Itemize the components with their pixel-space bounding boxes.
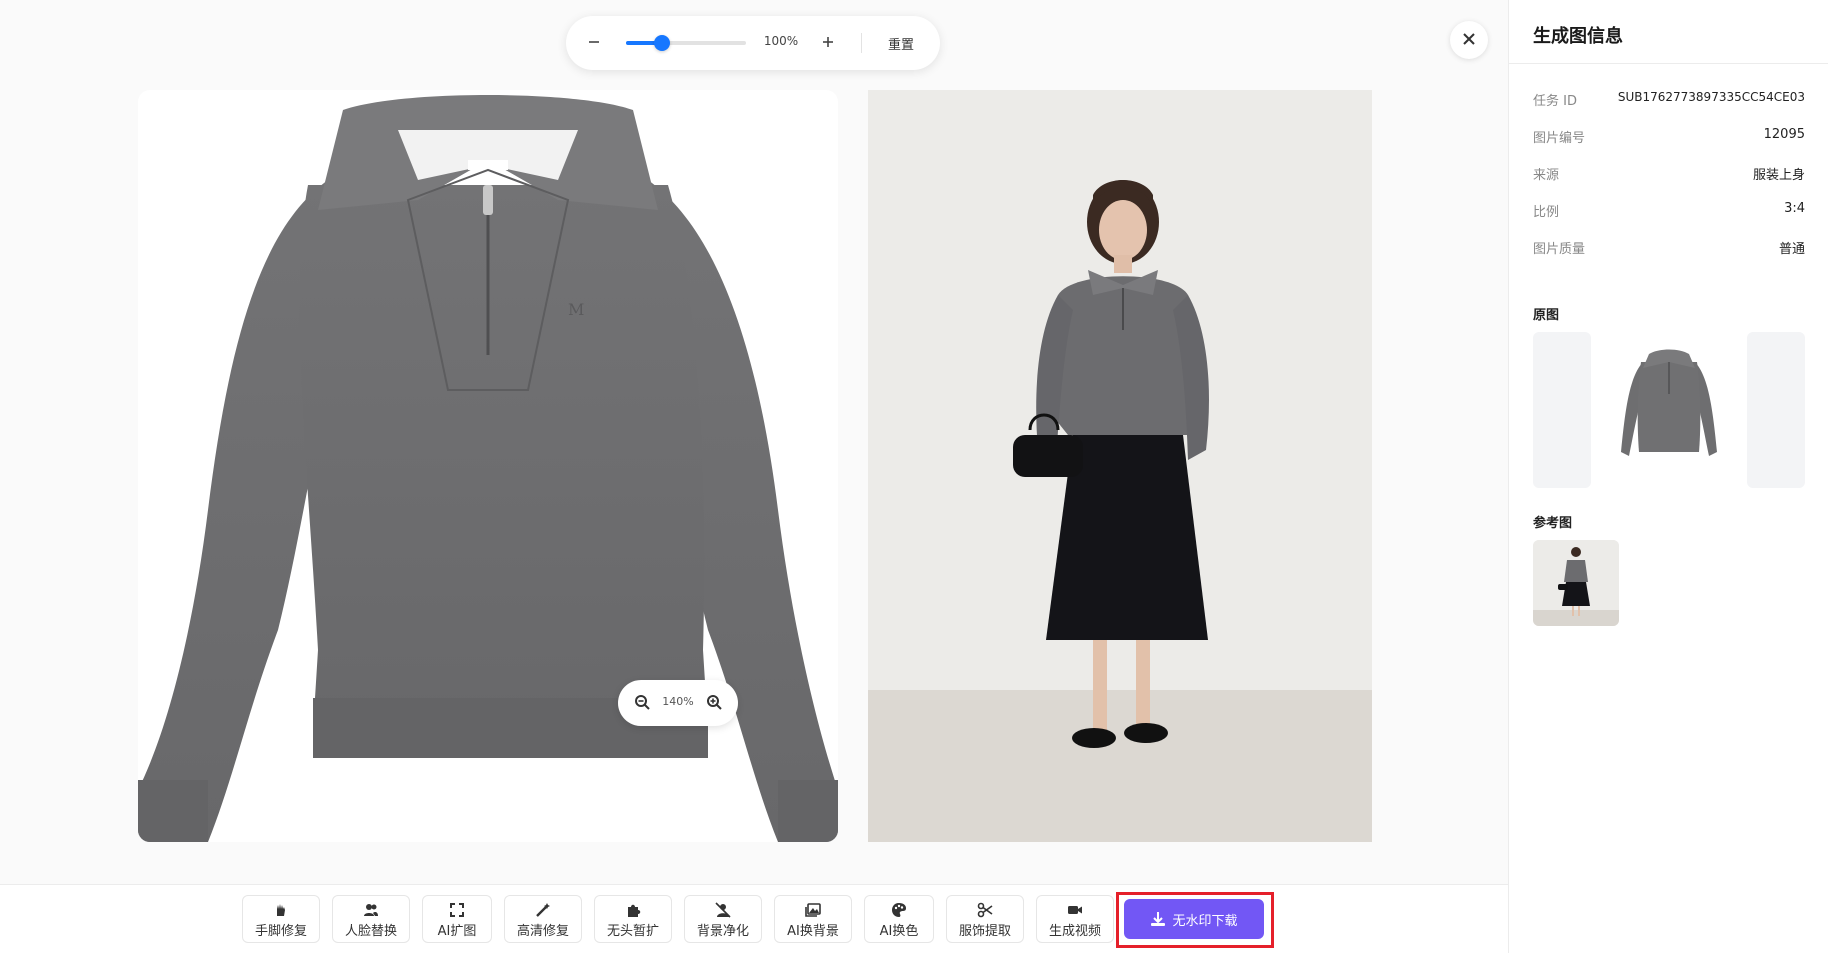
info-value: 服装上身 xyxy=(1752,168,1805,183)
toolbar-divider xyxy=(861,33,862,53)
zoom-slider-thumb[interactable] xyxy=(654,35,670,51)
zoom-in-button[interactable] xyxy=(812,28,844,58)
palette-icon xyxy=(892,903,906,917)
zoom-out-icon xyxy=(635,694,650,710)
zoom-level: 100% xyxy=(763,34,799,48)
tool-face-swap[interactable]: 人脸替换 xyxy=(332,895,410,943)
puzzle-icon xyxy=(628,904,641,917)
download-label: 无水印下载 xyxy=(1172,912,1238,928)
tool-ai-background[interactable]: AI换背景 xyxy=(774,895,852,943)
download-no-watermark-button[interactable]: 无水印下载 xyxy=(1124,899,1264,939)
plus-icon xyxy=(823,36,833,47)
scissors-icon xyxy=(977,902,993,918)
tool-hd-repair[interactable]: 高清修复 xyxy=(504,895,582,943)
sweater-illustration: M xyxy=(138,95,838,842)
user-slash-icon xyxy=(715,902,731,918)
image-zoom-in-button[interactable] xyxy=(702,691,726,715)
tool-garment-extract[interactable]: 服饰提取 xyxy=(946,895,1024,943)
info-row-ratio: 比例 3:4 xyxy=(1533,201,1805,221)
carousel-next-thumb[interactable] xyxy=(1747,332,1805,488)
reference-image-title: 参考图 xyxy=(1533,516,1573,531)
images-icon xyxy=(805,903,821,917)
tool-ai-recolor[interactable]: AI换色 xyxy=(864,895,934,943)
magic-wand-icon xyxy=(536,903,550,917)
hand-icon xyxy=(277,904,285,916)
sweater-thumb-illustration xyxy=(1621,349,1717,456)
info-value: 普通 xyxy=(1778,242,1805,257)
original-garment-image: M 140% xyxy=(138,90,838,842)
info-key: 图片编号 xyxy=(1533,131,1586,146)
download-icon xyxy=(1151,912,1166,926)
svg-text:M: M xyxy=(568,300,584,319)
info-row-source: 来源 服装上身 xyxy=(1533,164,1805,184)
image-zoom-level: 140% xyxy=(662,695,694,708)
zoom-toolbar: 100% 重置 xyxy=(566,16,940,70)
zoom-out-button[interactable] xyxy=(578,28,610,58)
zoom-slider[interactable] xyxy=(626,35,746,51)
generated-model-image xyxy=(868,90,1372,842)
info-key: 图片质量 xyxy=(1533,242,1586,257)
info-row-image-number: 图片编号 12095 xyxy=(1533,127,1805,147)
tool-headless-expand[interactable]: 无头暂扩 xyxy=(594,895,672,943)
reference-image-thumb[interactable] xyxy=(1533,540,1619,626)
tool-ai-expand[interactable]: AI扩图 xyxy=(422,895,492,943)
info-panel: 生成图信息 任务 ID SUB1762773897335CC54CE03 图片编… xyxy=(1508,0,1828,953)
reference-thumb-illustration xyxy=(1533,540,1619,626)
tool-hand-foot-repair[interactable]: 手脚修复 xyxy=(242,895,320,943)
carousel-prev-thumb[interactable] xyxy=(1533,332,1591,488)
video-icon xyxy=(1068,906,1082,914)
tool-bar: 手脚修复 人脸替换 AI扩图 高清修复 无头暂扩 背景净化 AI换背景 AI换色… xyxy=(0,884,1508,953)
info-key: 来源 xyxy=(1533,168,1560,183)
panel-divider xyxy=(1509,63,1828,64)
tool-label: 手脚修复 xyxy=(254,924,307,939)
tool-label: 背景净化 xyxy=(696,924,749,939)
original-image-carousel xyxy=(1533,332,1805,488)
zoom-in-icon xyxy=(707,694,722,710)
original-image-thumb[interactable] xyxy=(1601,332,1737,488)
preview-stage: 100% 重置 M 140% xyxy=(0,0,1508,953)
info-row-quality: 图片质量 普通 xyxy=(1533,238,1805,258)
tool-label: AI换色 xyxy=(879,924,919,939)
info-row-task-id: 任务 ID SUB1762773897335CC54CE03 xyxy=(1533,90,1805,110)
info-value: 12095 xyxy=(1763,127,1805,142)
close-button[interactable] xyxy=(1450,21,1488,59)
close-icon xyxy=(1463,32,1475,45)
image-zoom-out-button[interactable] xyxy=(630,691,654,715)
info-key: 任务 ID xyxy=(1533,94,1577,109)
tool-label: AI扩图 xyxy=(437,924,477,939)
tool-label: 生成视频 xyxy=(1048,924,1101,939)
image-zoom-control: 140% xyxy=(618,680,738,726)
info-value: SUB1762773897335CC54CE03 xyxy=(1617,90,1805,104)
tool-label: AI换背景 xyxy=(787,924,839,939)
tool-label: 无头暂扩 xyxy=(606,924,659,939)
users-icon xyxy=(364,904,378,916)
reset-button[interactable]: 重置 xyxy=(876,32,926,54)
original-image-title: 原图 xyxy=(1533,308,1560,323)
tool-background-clean[interactable]: 背景净化 xyxy=(684,895,762,943)
tool-label: 高清修复 xyxy=(516,924,569,939)
info-key: 比例 xyxy=(1533,205,1560,220)
tool-label: 人脸替换 xyxy=(344,924,397,939)
info-value: 3:4 xyxy=(1784,201,1805,216)
model-illustration xyxy=(868,90,1372,842)
tool-generate-video[interactable]: 生成视频 xyxy=(1036,895,1114,943)
tool-label: 服饰提取 xyxy=(958,924,1011,939)
panel-title: 生成图信息 xyxy=(1533,26,1623,47)
expand-icon xyxy=(450,903,464,917)
minus-icon xyxy=(589,40,599,43)
